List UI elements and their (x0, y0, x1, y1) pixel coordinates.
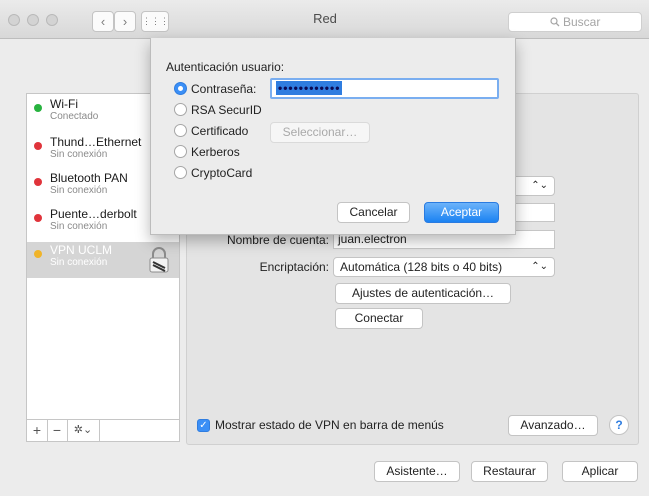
remove-service-button[interactable]: − (47, 420, 68, 441)
service-name: Thund…Ethernet (50, 135, 142, 149)
title-bar: ‹ › ⋮⋮⋮ Red Buscar (0, 0, 649, 39)
status-dot (34, 214, 42, 222)
add-service-button[interactable]: + (27, 420, 48, 441)
radio-kerberos[interactable] (174, 145, 187, 158)
grid-icon: ⋮⋮⋮ (142, 16, 169, 26)
status-dot (34, 142, 42, 150)
service-status: Sin conexión (50, 149, 108, 160)
service-item-vpn-uclm[interactable]: VPN UCLM Sin conexión (27, 242, 179, 278)
service-name: Bluetooth PAN (50, 171, 128, 185)
show-vpn-status-label: Mostrar estado de VPN en barra de menús (215, 418, 444, 432)
chevron-right-icon: › (122, 14, 128, 29)
sheet-title: Autenticación usuario: (166, 60, 285, 74)
encryption-value: Automática (128 bits o 40 bits) (340, 260, 503, 274)
search-field[interactable]: Buscar (508, 12, 642, 32)
encryption-popup[interactable]: Automática (128 bits o 40 bits) ⌃⌄ (333, 257, 555, 277)
service-status: Conectado (50, 111, 99, 122)
show-all-button[interactable]: ⋮⋮⋮ (141, 11, 169, 32)
auth-settings-button[interactable]: Ajustes de autenticación… (335, 283, 511, 304)
auth-sheet: Autenticación usuario: Contraseña: •••••… (150, 38, 516, 235)
password-field[interactable]: •••••••••••• (270, 78, 499, 99)
window-title: Red (313, 11, 337, 26)
radio-kerberos-label: Kerberos (191, 145, 240, 159)
radio-password-label: Contraseña: (191, 82, 257, 96)
restore-button[interactable]: Restaurar (471, 461, 548, 482)
forward-button[interactable]: › (114, 11, 136, 32)
service-status: Sin conexión (50, 257, 108, 268)
gear-icon: ✲⌄ (73, 424, 93, 436)
cancel-button[interactable]: Cancelar (337, 202, 410, 223)
chevron-left-icon: ‹ (100, 14, 106, 29)
search-icon (550, 17, 560, 27)
back-button[interactable]: ‹ (92, 11, 114, 32)
minimize-window-button[interactable] (27, 14, 39, 26)
select-certificate-button[interactable]: Seleccionar… (270, 122, 370, 143)
show-vpn-status-checkbox[interactable]: ✓ (197, 419, 210, 432)
close-window-button[interactable] (8, 14, 20, 26)
service-name: Wi-Fi (50, 97, 78, 111)
vpn-lock-icon (149, 247, 169, 273)
radio-password[interactable] (174, 82, 187, 95)
radio-rsa-securid[interactable] (174, 103, 187, 116)
status-dot (34, 178, 42, 186)
password-mask: •••••••••••• (276, 81, 343, 95)
minus-icon: − (52, 422, 62, 438)
service-status: Sin conexión (50, 185, 108, 196)
account-name-label: Nombre de cuenta: (226, 233, 329, 247)
popup-arrows-icon: ⌃⌄ (531, 261, 548, 272)
plus-icon: + (32, 422, 42, 438)
status-dot (34, 104, 42, 112)
accept-button[interactable]: Aceptar (424, 202, 499, 223)
encryption-label: Encriptación: (259, 260, 329, 274)
search-placeholder: Buscar (562, 15, 601, 29)
radio-cryptocard-label: CryptoCard (191, 166, 253, 180)
advanced-button[interactable]: Avanzado… (508, 415, 598, 436)
service-name: Puente…derbolt (50, 207, 137, 221)
apply-button[interactable]: Aplicar (562, 461, 638, 482)
action-menu-button[interactable]: ✲⌄ (67, 420, 100, 441)
service-status: Sin conexión (50, 221, 108, 232)
checkmark-icon: ✓ (199, 420, 208, 431)
connect-button[interactable]: Conectar (335, 308, 423, 329)
help-button[interactable]: ? (609, 415, 629, 435)
assistant-button[interactable]: Asistente… (374, 461, 460, 482)
status-dot (34, 250, 42, 258)
radio-rsa-securid-label: RSA SecurID (191, 103, 262, 117)
zoom-window-button[interactable] (46, 14, 58, 26)
radio-cryptocard[interactable] (174, 166, 187, 179)
radio-certificate[interactable] (174, 124, 187, 137)
radio-certificate-label: Certificado (191, 124, 249, 138)
sidebar-toolbar: + − ✲⌄ (26, 420, 180, 442)
service-name: VPN UCLM (50, 243, 113, 257)
popup-arrows-icon: ⌃⌄ (531, 180, 548, 191)
